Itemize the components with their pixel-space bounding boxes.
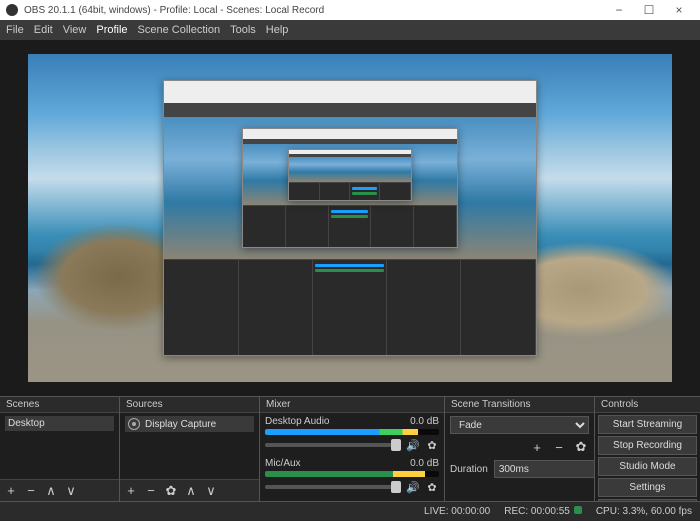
- scene-item[interactable]: Desktop: [5, 416, 114, 431]
- studio-mode-button[interactable]: Studio Mode: [598, 457, 697, 476]
- exit-button[interactable]: Exit: [598, 499, 697, 501]
- source-item-label: Display Capture: [145, 419, 216, 430]
- channel-level: 0.0 dB: [410, 416, 439, 427]
- scene-down-button[interactable]: ∨: [64, 483, 78, 499]
- transition-settings-button[interactable]: ✿: [573, 439, 589, 455]
- menu-profile[interactable]: Profile: [96, 24, 127, 36]
- window-titlebar: OBS 20.1.1 (64bit, windows) - Profile: L…: [0, 0, 700, 20]
- preview-area: [0, 40, 700, 396]
- close-button[interactable]: ×: [664, 3, 694, 17]
- start-streaming-button[interactable]: Start Streaming: [598, 415, 697, 434]
- nested-window-3: [288, 149, 412, 200]
- transitions-body: Fade + − ✿ Duration: [445, 413, 594, 501]
- sources-dock: Sources Display Capture + − ✿ ∧ ∨: [120, 397, 260, 501]
- volume-slider[interactable]: [265, 443, 401, 447]
- channel-settings-icon[interactable]: ✿: [425, 480, 439, 494]
- mixer-title: Mixer: [260, 397, 444, 413]
- status-live: LIVE: 00:00:00: [424, 506, 490, 517]
- nested-window-1: [163, 80, 537, 356]
- audio-meter: [265, 471, 439, 477]
- scene-add-button[interactable]: +: [4, 483, 18, 498]
- maximize-button[interactable]: ☐: [634, 3, 664, 17]
- source-up-button[interactable]: ∧: [184, 483, 198, 499]
- speaker-icon[interactable]: 🔊: [406, 480, 420, 494]
- channel-level: 0.0 dB: [410, 458, 439, 469]
- menu-help[interactable]: Help: [266, 24, 289, 36]
- duration-input[interactable]: [494, 460, 594, 478]
- menu-edit[interactable]: Edit: [34, 24, 53, 36]
- sources-title: Sources: [120, 397, 259, 413]
- menu-view[interactable]: View: [63, 24, 87, 36]
- obs-icon: [6, 4, 18, 16]
- duration-label: Duration: [450, 464, 488, 475]
- menubar: File Edit View Profile Scene Collection …: [0, 20, 700, 40]
- scenes-list[interactable]: Desktop: [0, 413, 119, 479]
- scenes-dock: Scenes Desktop + − ∧ ∨: [0, 397, 120, 501]
- dock-area: Scenes Desktop + − ∧ ∨ Sources Display C…: [0, 396, 700, 501]
- mixer-body: Desktop Audio 0.0 dB 🔊 ✿ Mic/Aux 0.0 dB: [260, 413, 444, 501]
- sources-list[interactable]: Display Capture: [120, 413, 259, 479]
- minimize-button[interactable]: −: [604, 3, 634, 17]
- menu-tools[interactable]: Tools: [230, 24, 256, 36]
- speaker-icon[interactable]: 🔊: [406, 438, 420, 452]
- controls-title: Controls: [595, 397, 700, 413]
- source-remove-button[interactable]: −: [144, 483, 158, 498]
- source-down-button[interactable]: ∨: [204, 483, 218, 499]
- volume-slider[interactable]: [265, 485, 401, 489]
- scenes-title: Scenes: [0, 397, 119, 413]
- scenes-toolbar: + − ∧ ∨: [0, 479, 119, 501]
- audio-meter: [265, 429, 439, 435]
- preview-canvas[interactable]: [28, 54, 672, 382]
- transitions-title: Scene Transitions: [445, 397, 594, 413]
- scene-up-button[interactable]: ∧: [44, 483, 58, 499]
- sources-toolbar: + − ✿ ∧ ∨: [120, 479, 259, 501]
- source-add-button[interactable]: +: [124, 483, 138, 498]
- scene-item-label: Desktop: [8, 418, 45, 429]
- channel-name: Mic/Aux: [265, 458, 301, 469]
- controls-dock: Controls Start Streaming Stop Recording …: [595, 397, 700, 501]
- stop-recording-button[interactable]: Stop Recording: [598, 436, 697, 455]
- status-cpu: CPU: 3.3%, 60.00 fps: [596, 506, 692, 517]
- status-rec: REC: 00:00:55: [504, 506, 570, 517]
- visibility-icon[interactable]: [128, 418, 140, 430]
- settings-button[interactable]: Settings: [598, 478, 697, 497]
- transition-add-button[interactable]: +: [529, 440, 545, 455]
- transitions-dock: Scene Transitions Fade + − ✿ Duration: [445, 397, 595, 501]
- transition-select[interactable]: Fade: [450, 416, 589, 434]
- status-bar: LIVE: 00:00:00 REC: 00:00:55 CPU: 3.3%, …: [0, 501, 700, 521]
- scene-remove-button[interactable]: −: [24, 483, 38, 498]
- channel-name: Desktop Audio: [265, 416, 330, 427]
- transition-remove-button[interactable]: −: [551, 440, 567, 455]
- source-settings-button[interactable]: ✿: [164, 483, 178, 499]
- channel-settings-icon[interactable]: ✿: [425, 438, 439, 452]
- source-item[interactable]: Display Capture: [125, 416, 254, 432]
- nested-window-2: [242, 128, 457, 247]
- rec-indicator-icon: [574, 506, 582, 514]
- menu-file[interactable]: File: [6, 24, 24, 36]
- menu-scene-collection[interactable]: Scene Collection: [138, 24, 221, 36]
- mixer-channel-desktop: Desktop Audio 0.0 dB 🔊 ✿: [265, 416, 439, 452]
- mixer-channel-mic: Mic/Aux 0.0 dB 🔊 ✿: [265, 458, 439, 494]
- mixer-dock: Mixer Desktop Audio 0.0 dB 🔊 ✿ Mic/Aux 0…: [260, 397, 445, 501]
- window-title: OBS 20.1.1 (64bit, windows) - Profile: L…: [24, 5, 604, 16]
